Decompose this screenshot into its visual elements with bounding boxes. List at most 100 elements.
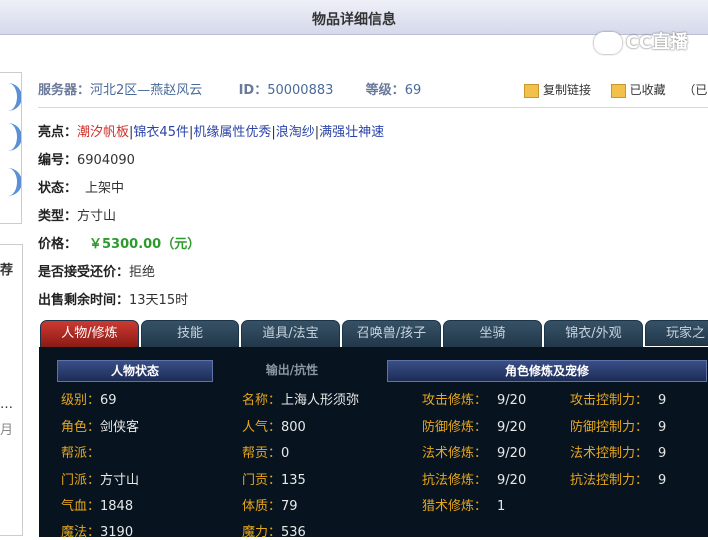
highlight-item: 潮汐帆板 <box>77 125 130 140</box>
ctrl-value: 9 <box>658 420 667 435</box>
stat-value: 0 <box>281 446 290 461</box>
remaining-time-value: 13天15时 <box>129 293 189 308</box>
stream-watermark: CC直播 <box>593 28 688 54</box>
highlight-item[interactable]: 机缘属性优秀 <box>193 125 271 140</box>
character-panel: 人物状态 输出/抗性 角色修炼及宠修 级别：69 名称：上海人形须弥 角色：剑侠… <box>39 347 708 540</box>
level-label: 等级： <box>365 83 405 98</box>
ctrl-value: 9 <box>658 473 667 488</box>
tab-player-home[interactable]: 玩家之 <box>645 320 708 346</box>
id-value: 50000883 <box>267 83 334 98</box>
cult-attack: 攻击修炼： 9/20 <box>422 389 526 408</box>
ctrl-value: 9 <box>658 393 667 408</box>
number-row: 编号：6904090 <box>38 149 135 168</box>
side-panel: 荐 … 月 <box>0 244 23 536</box>
highlights-row: 亮点：潮汐帆板|锦衣45件|机缘属性优秀|浪淘纱|满强壮神速 <box>38 121 384 140</box>
stat-hp: 气血：1848 <box>61 495 133 514</box>
stat-label: 名称： <box>242 393 282 408</box>
server-value: 河北2区—燕赵风云 <box>90 83 203 98</box>
tab-outfits[interactable]: 锦衣/外观 <box>544 320 643 348</box>
ctrl-label: 防御控制力： <box>570 420 649 435</box>
hair-decoration-icon <box>0 83 21 111</box>
tab-items[interactable]: 道具/法宝 <box>241 320 340 348</box>
stat-value: 1848 <box>100 499 134 514</box>
subtab-cultivation[interactable]: 角色修炼及宠修 <box>387 360 707 382</box>
stat-magic-power: 魔力：536 <box>242 521 306 540</box>
stat-value: 135 <box>281 473 306 488</box>
number-value: 6904090 <box>77 153 135 168</box>
remaining-time-row: 出售剩余时间：13天15时 <box>38 289 188 308</box>
stat-label: 体质： <box>242 499 282 514</box>
stat-label: 帮贡： <box>242 446 282 461</box>
tab-summons[interactable]: 召唤兽/孩子 <box>342 320 441 348</box>
stat-label: 气血： <box>61 499 101 514</box>
price-label: 价格： <box>38 237 78 252</box>
ctrl-resist: 抗法控制力： 9 <box>570 469 666 488</box>
cult-value: 9/20 <box>497 473 527 488</box>
stat-value: 536 <box>281 525 306 540</box>
cult-hunting: 猎术修炼： 1 <box>422 495 505 514</box>
cult-resist: 抗法修炼： 9/20 <box>422 469 526 488</box>
stat-school: 门派：方寸山 <box>61 469 139 488</box>
stat-value: 69 <box>100 393 117 408</box>
status-label: 状态： <box>38 181 78 196</box>
cult-label: 法术修炼： <box>422 446 488 461</box>
stat-label: 魔法： <box>61 525 101 540</box>
favorite-icon <box>610 83 626 98</box>
cult-label: 攻击修炼： <box>422 393 488 408</box>
number-label: 编号： <box>38 153 78 168</box>
id-label: ID： <box>238 83 268 98</box>
side-panel-text: 月 <box>0 423 14 438</box>
stat-gang-contribution: 帮贡：0 <box>242 442 289 461</box>
cult-value: 9/20 <box>497 446 527 461</box>
tab-character[interactable]: 人物/修炼 <box>40 320 139 348</box>
ctrl-defense: 防御控制力： 9 <box>570 416 666 435</box>
highlight-item[interactable]: 锦衣45件 <box>133 125 189 140</box>
stat-label: 角色： <box>61 420 101 435</box>
highlight-item[interactable]: 满强壮神速 <box>319 125 384 140</box>
stat-level: 级别：69 <box>61 389 117 408</box>
remaining-time-label: 出售剩余时间： <box>38 293 130 308</box>
stat-label: 帮派： <box>61 446 101 461</box>
highlight-item[interactable]: 浪淘纱 <box>276 125 315 140</box>
cult-label: 抗法修炼： <box>422 473 488 488</box>
stat-value: 方寸山 <box>100 473 140 488</box>
status-value: 上架中 <box>85 181 125 196</box>
subtab-output-resistance[interactable]: 输出/抗性 <box>215 360 369 380</box>
side-panel-title: 荐 <box>0 263 14 278</box>
favorite-button[interactable]: 已收藏 <box>630 83 666 97</box>
stat-school-contribution: 门贡：135 <box>242 469 306 488</box>
stat-value: 剑侠客 <box>100 420 140 435</box>
hair-decoration-icon <box>0 168 21 196</box>
action-links: 复制链接 已收藏 （已有5 <box>524 81 708 98</box>
avatar <box>0 72 22 224</box>
cc-logo-icon <box>593 32 622 54</box>
stat-label: 魔力： <box>242 525 282 540</box>
cult-label: 猎术修炼： <box>422 499 488 514</box>
stat-label: 门贡： <box>242 473 282 488</box>
bargain-value: 拒绝 <box>129 265 156 280</box>
stat-value: 上海人形须弥 <box>281 393 360 408</box>
server-label: 服务器： <box>38 83 91 98</box>
stat-gang: 帮派： <box>61 442 100 461</box>
stat-name: 名称：上海人形须弥 <box>242 389 359 408</box>
favorite-count: （已有5 <box>683 83 708 97</box>
page-title: 物品详细信息 <box>312 12 396 28</box>
stat-label: 门派： <box>61 473 101 488</box>
ctrl-label: 抗法控制力： <box>570 473 649 488</box>
stat-value: 3190 <box>100 525 134 540</box>
stat-constitution: 体质：79 <box>242 495 298 514</box>
stat-mp: 魔法：3190 <box>61 521 133 540</box>
stat-value: 800 <box>281 420 306 435</box>
cult-label: 防御修炼： <box>422 420 488 435</box>
bargain-row: 是否接受还价：拒绝 <box>38 261 155 280</box>
ctrl-spell: 法术控制力： 9 <box>570 442 666 461</box>
tab-mounts[interactable]: 坐骑 <box>443 320 542 348</box>
cult-value: 1 <box>497 499 506 514</box>
subtab-character-status[interactable]: 人物状态 <box>57 360 213 382</box>
stat-popularity: 人气：800 <box>242 416 306 435</box>
copy-link-button[interactable]: 复制链接 <box>543 83 591 97</box>
tab-skills[interactable]: 技能 <box>141 320 239 348</box>
price-value: ￥5300.00（元） <box>89 237 201 252</box>
ctrl-value: 9 <box>658 446 667 461</box>
stat-value: 79 <box>281 499 298 514</box>
